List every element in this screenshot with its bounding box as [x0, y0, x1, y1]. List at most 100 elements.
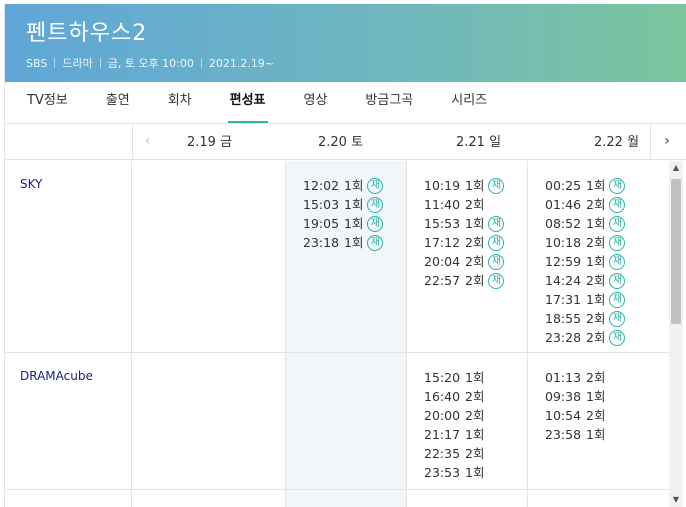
- next-date-button[interactable]: ›: [650, 124, 683, 159]
- channel-row: DRAMAcube 15:20 1회 16:40 2회 20:00 2회 21:17 1회 22…: [5, 353, 669, 490]
- slot-time: 23:18: [303, 235, 340, 250]
- schedule-slot[interactable]: 15:20 1회: [424, 368, 484, 387]
- slot-episode: 2회: [465, 235, 485, 250]
- channel-name[interactable]: SKY: [20, 177, 42, 191]
- schedule-slot[interactable]: 23:18 1회 재: [303, 233, 384, 252]
- schedule-slot[interactable]: 10:54 2회: [545, 406, 605, 425]
- slot-time: 09:38: [545, 389, 582, 404]
- rebroadcast-badge: 재: [488, 215, 505, 232]
- slot-time: 19:05: [303, 216, 340, 231]
- rebroadcast-badge: 재: [609, 310, 626, 327]
- slot-time: 22:57: [424, 273, 461, 288]
- schedule-slot[interactable]: 21:17 1회: [424, 425, 484, 444]
- scrollbar-thumb[interactable]: [671, 179, 681, 324]
- slot-episode: 1회: [586, 178, 606, 193]
- slot-time: 17:31: [545, 292, 582, 307]
- tab-episodes[interactable]: 회차: [168, 81, 192, 123]
- schedule-slot[interactable]: 19:05 1회 재: [303, 214, 384, 233]
- meta-divider: [200, 58, 202, 68]
- meta-airtime: 금, 토 오후 10:00: [107, 57, 194, 70]
- day-cell: [132, 353, 286, 489]
- slot-episode: 1회: [465, 216, 485, 231]
- schedule-slot[interactable]: 20:00 2회: [424, 406, 484, 425]
- slot-time: 22:35: [424, 446, 461, 461]
- chevron-left-icon: ‹: [144, 133, 151, 149]
- prev-date-button[interactable]: ‹: [132, 124, 162, 159]
- schedule-slot[interactable]: 22:57 2회 재: [424, 271, 505, 290]
- slot-time: 12:59: [545, 254, 582, 269]
- slot-episode: 2회: [465, 408, 485, 423]
- schedule-slot[interactable]: 11:40 2회: [424, 195, 504, 214]
- tab-cast[interactable]: 출연: [106, 81, 130, 123]
- slot-episode: 1회: [586, 389, 606, 404]
- schedule-slot[interactable]: 09:38 1회: [545, 387, 605, 406]
- tab-tv-info[interactable]: TV정보: [27, 81, 68, 123]
- date-header: 2.19 금: [187, 135, 233, 150]
- slot-time: 14:24: [545, 273, 582, 288]
- schedule-slot[interactable]: 20:04 2회 재: [424, 252, 505, 271]
- slot-time: 12:02: [303, 178, 340, 193]
- schedule-slot[interactable]: 23:58 1회: [545, 425, 605, 444]
- schedule-slot[interactable]: 12:02 1회 재: [303, 176, 384, 195]
- schedule-slot[interactable]: 10:18 2회 재: [545, 233, 626, 252]
- slot-time: 15:03: [303, 197, 340, 212]
- date-header: 2.21 일: [456, 135, 502, 150]
- slot-episode: 2회: [586, 197, 606, 212]
- schedule-slot[interactable]: 01:13 2회: [545, 368, 605, 387]
- schedule-slot[interactable]: 12:59 1회 재: [545, 252, 626, 271]
- meta-genre: 드라마: [62, 57, 93, 70]
- rebroadcast-badge: 재: [609, 234, 626, 251]
- channel-name[interactable]: DRAMAcube: [20, 369, 93, 383]
- slot-episode: 1회: [344, 216, 364, 231]
- schedule-slot[interactable]: 01:46 2회 재: [545, 195, 626, 214]
- schedule-slot[interactable]: 23:28 2회 재: [545, 328, 626, 347]
- schedule-slot[interactable]: 15:03 1회 재: [303, 195, 384, 214]
- slot-episode: 2회: [586, 370, 606, 385]
- chevron-right-icon: ›: [664, 133, 670, 149]
- rebroadcast-badge: 재: [367, 177, 384, 194]
- channel-row: [5, 490, 669, 507]
- slot-time: 00:25: [545, 178, 582, 193]
- schedule-slot[interactable]: 08:52 1회 재: [545, 214, 626, 233]
- schedule-slot[interactable]: 10:19 1회 재: [424, 176, 505, 195]
- slot-episode: 2회: [465, 254, 485, 269]
- day-cell: [286, 490, 407, 507]
- vertical-scrollbar[interactable]: ▲ ▼: [669, 161, 683, 507]
- rebroadcast-badge: 재: [609, 215, 626, 232]
- slot-episode: 1회: [344, 235, 364, 250]
- schedule-slot[interactable]: 00:25 1회 재: [545, 176, 626, 195]
- schedule-slot[interactable]: 16:40 2회: [424, 387, 484, 406]
- channel-cell: SKY: [5, 161, 132, 352]
- schedule-slot[interactable]: 14:24 2회 재: [545, 271, 626, 290]
- tab-videos[interactable]: 영상: [304, 81, 328, 123]
- slot-time: 18:55: [545, 311, 582, 326]
- rebroadcast-badge: 재: [609, 329, 626, 346]
- schedule-slot[interactable]: 22:35 2회: [424, 444, 484, 463]
- rebroadcast-badge: 재: [488, 253, 505, 270]
- day-cell: 10:19 1회 재 11:40 2회 15:53 1회 재 17:12 2회 재 20:04 2회 재 2…: [407, 161, 528, 352]
- tab-series[interactable]: 시리즈: [451, 81, 487, 123]
- schedule-slot[interactable]: 17:12 2회 재: [424, 233, 505, 252]
- slot-episode: 1회: [586, 254, 606, 269]
- slot-episode: 1회: [465, 370, 485, 385]
- day-cell: [407, 490, 528, 507]
- slot-episode: 1회: [586, 216, 606, 231]
- rebroadcast-badge: 재: [367, 234, 384, 251]
- tab-that-song[interactable]: 방금그곡: [365, 81, 413, 123]
- schedule-slot[interactable]: 17:31 1회 재: [545, 290, 626, 309]
- rebroadcast-badge: 재: [609, 196, 626, 213]
- scroll-down-icon[interactable]: ▼: [669, 493, 683, 507]
- scroll-up-icon[interactable]: ▲: [669, 161, 683, 175]
- slot-time: 16:40: [424, 389, 461, 404]
- channel-cell: DRAMAcube: [5, 353, 132, 489]
- slot-time: 15:20: [424, 370, 461, 385]
- tab-schedule[interactable]: 편성표: [227, 81, 268, 123]
- rebroadcast-badge: 재: [488, 177, 505, 194]
- schedule-slot[interactable]: 15:53 1회 재: [424, 214, 505, 233]
- rebroadcast-badge: 재: [488, 272, 505, 289]
- schedule-slot[interactable]: 18:55 2회 재: [545, 309, 626, 328]
- slot-time: 20:04: [424, 254, 461, 269]
- meta-divider: [54, 58, 56, 68]
- slot-time: 23:58: [545, 427, 582, 442]
- schedule-slot[interactable]: 23:53 1회: [424, 463, 484, 482]
